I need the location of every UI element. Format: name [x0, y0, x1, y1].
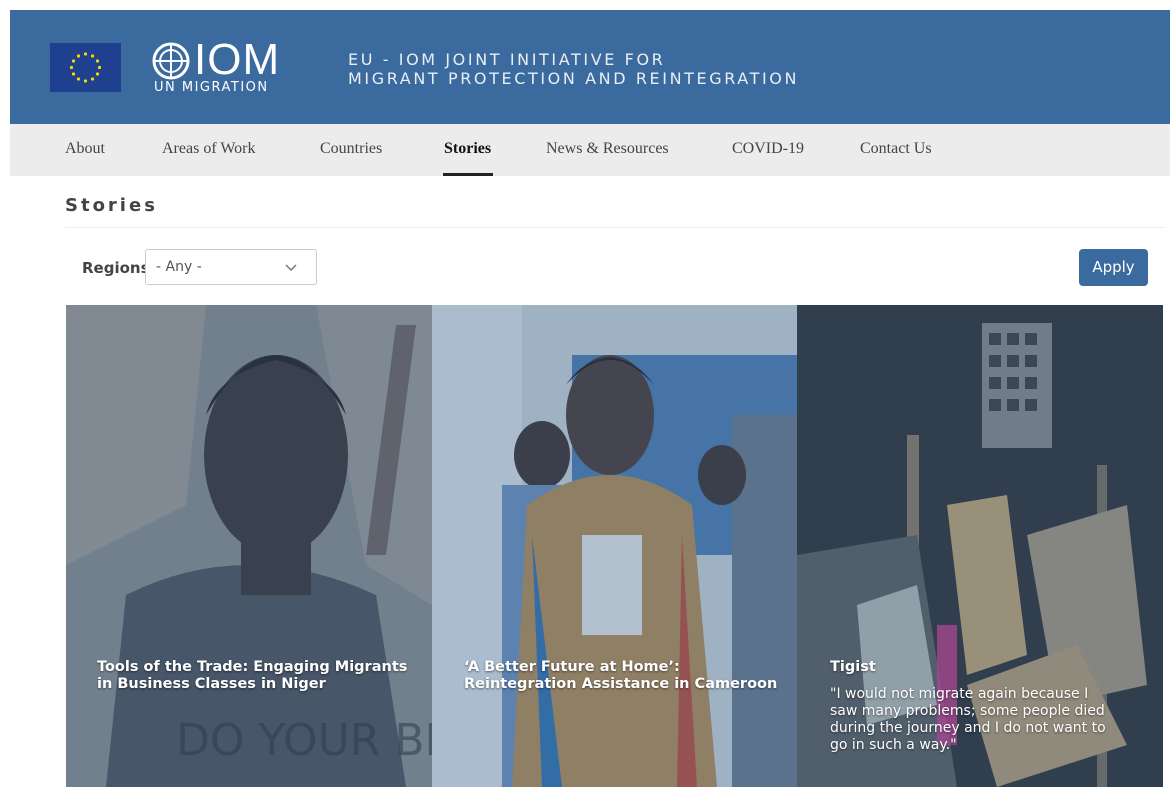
story-title-line-1: Tools of the Trade: Engaging Migrants	[97, 659, 408, 675]
nav-item-covid-19[interactable]: COVID-19	[732, 140, 804, 158]
active-nav-underline	[443, 173, 493, 176]
story-card-tools-of-the-trade[interactable]: DO YOUR BES Tools of the Trade: Engaging…	[66, 305, 432, 787]
iom-logo[interactable]: IOM UN MIGRATION	[152, 36, 292, 100]
site-title-line-2: MIGRANT PROTECTION AND REINTEGRATION	[348, 69, 800, 88]
story-title: Tools of the Trade: Engaging Migrants in…	[97, 659, 407, 693]
title-divider	[65, 227, 1165, 228]
site-title-line-1: EU - IOM JOINT INITIATIVE FOR	[348, 50, 666, 69]
nav-item-areas-of-work[interactable]: Areas of Work	[162, 140, 256, 158]
nav-item-countries[interactable]: Countries	[320, 140, 382, 158]
eu-flag-logo	[50, 43, 121, 92]
site-title: EU - IOM JOINT INITIATIVE FOR MIGRANT PR…	[348, 50, 799, 88]
story-quote-line-2: saw many problems; some people died	[830, 703, 1105, 719]
story-title: Tigist	[830, 659, 876, 675]
story-card-better-future-at-home[interactable]: ‘A Better Future at Home’: Reintegration…	[432, 305, 797, 787]
story-title-line-2: Reintegration Assistance in Cameroon	[464, 676, 778, 692]
story-title: ‘A Better Future at Home’: Reintegration…	[464, 659, 777, 693]
story-card-tigist[interactable]: Tigist "I would not migrate again becaus…	[797, 305, 1163, 787]
nav-item-about[interactable]: About	[65, 140, 105, 158]
story-quote-line-4: go in such a way."	[830, 737, 957, 753]
site-header: IOM UN MIGRATION EU - IOM JOINT INITIATI…	[10, 10, 1170, 124]
iom-logo-word: IOM	[194, 35, 281, 84]
card-overlay	[66, 305, 432, 787]
nav-item-contact-us[interactable]: Contact Us	[860, 140, 932, 158]
iom-logo-subtitle: UN MIGRATION	[154, 80, 269, 95]
page-title: Stories	[65, 195, 158, 216]
chevron-down-icon	[285, 264, 297, 272]
card-overlay	[432, 305, 797, 787]
main-nav: About Areas of Work Countries Stories Ne…	[10, 124, 1170, 176]
nav-item-news-resources[interactable]: News & Resources	[546, 140, 669, 158]
story-title-line-2: in Business Classes in Niger	[97, 676, 326, 692]
story-quote-line-3: during the journey and I do not want to	[830, 720, 1106, 736]
story-quote-line-1: "I would not migrate again because I	[830, 686, 1089, 702]
regions-label: Regions	[82, 259, 150, 277]
story-title-line-1: ‘A Better Future at Home’:	[464, 659, 680, 675]
apply-button[interactable]: Apply	[1079, 249, 1148, 286]
un-globe-icon	[152, 42, 190, 80]
story-quote: "I would not migrate again because I saw…	[830, 686, 1106, 754]
regions-select-value: - Any -	[156, 259, 202, 275]
regions-select[interactable]: - Any -	[145, 249, 317, 285]
nav-item-stories[interactable]: Stories	[444, 140, 491, 158]
